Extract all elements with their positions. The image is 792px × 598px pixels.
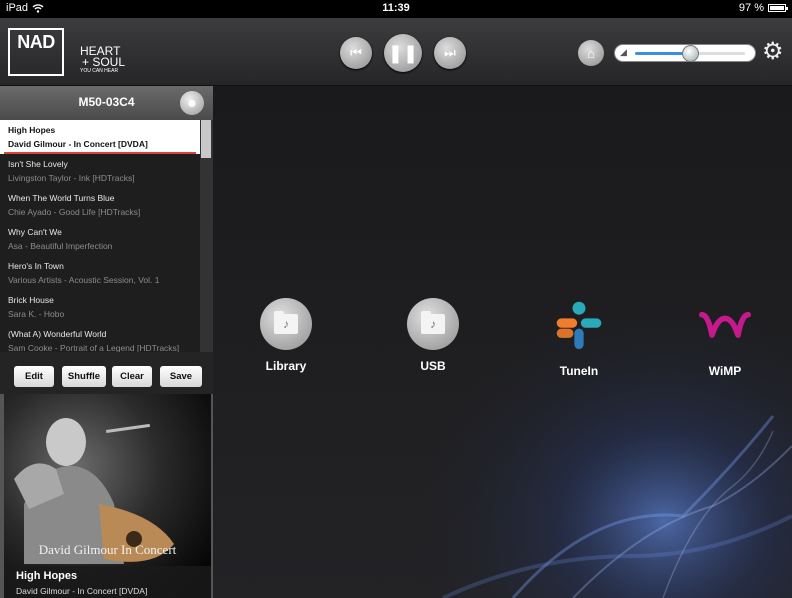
home-button[interactable]: ⌂ bbox=[578, 40, 604, 66]
next-button[interactable]: ⏭ bbox=[434, 37, 466, 69]
settings-button[interactable]: ⚙ bbox=[762, 40, 784, 64]
pause-button[interactable]: ❚❚ bbox=[384, 34, 422, 72]
queue-item[interactable]: Brick House Sara K. - Hobo bbox=[0, 290, 200, 324]
status-time: 11:39 bbox=[382, 2, 410, 14]
app-header: NAD HEART + SOUL YOU CAN HEAR ⏮ ❚❚ ⏭ ⌂ ◢… bbox=[0, 18, 792, 86]
gear-icon: ⚙ bbox=[762, 38, 784, 65]
queue-actions: Edit Shuffle Clear Save bbox=[0, 352, 213, 394]
source-usb[interactable]: ♪ USB bbox=[383, 298, 483, 373]
battery-percent: 97 % bbox=[738, 2, 764, 14]
queue-item-title: Hero's In Town bbox=[8, 261, 64, 271]
previous-button[interactable]: ⏮ bbox=[340, 37, 372, 69]
zone-select-button[interactable]: ☻ bbox=[180, 91, 204, 115]
wimp-icon bbox=[699, 311, 751, 338]
queue-item-subtitle: Livingston Taylor - Ink [HDTracks] bbox=[8, 173, 135, 183]
queue-item-subtitle: Sara K. - Hobo bbox=[8, 309, 65, 319]
save-button[interactable]: Save bbox=[160, 366, 202, 387]
pause-icon: ❚❚ bbox=[387, 42, 419, 63]
music-folder-glyph: ♪ bbox=[421, 311, 445, 334]
status-right: 97 % bbox=[738, 2, 788, 14]
app-window: iPad 11:39 97 % NAD HEART + SOUL YOU CAN… bbox=[0, 0, 792, 598]
volume-slider[interactable]: ◢ bbox=[614, 44, 756, 62]
queue-list[interactable]: (What A) Wonderful World Sam Cooke - Port… bbox=[0, 120, 213, 352]
music-folder-glyph: ♪ bbox=[274, 311, 298, 334]
play-queue-panel: M50-03C4 ☻ (What A) Wonderful World Sam C… bbox=[0, 86, 213, 598]
status-bar: iPad 11:39 97 % bbox=[0, 0, 792, 18]
source-label-library: Library bbox=[265, 359, 307, 373]
usb-folder-icon: ♪ bbox=[407, 298, 459, 350]
battery-icon bbox=[768, 4, 788, 12]
library-folder-icon: ♪ bbox=[260, 298, 312, 350]
person-icon: ☻ bbox=[185, 96, 199, 110]
source-label-usb: USB bbox=[420, 359, 446, 373]
queue-item[interactable]: Why Can't We Asa - Beautiful Imperfection bbox=[0, 222, 200, 256]
now-playing-subtitle: David Gilmour - In Concert [DVDA] bbox=[16, 586, 148, 596]
scroll-thumb[interactable] bbox=[201, 120, 211, 158]
next-icon: ⏭ bbox=[444, 45, 456, 60]
album-cover[interactable]: David Gilmour In Concert High Hopes Davi… bbox=[4, 394, 211, 598]
logo-text: NAD bbox=[17, 32, 55, 52]
queue-item[interactable]: (What A) Wonderful World Sam Cooke - Port… bbox=[0, 324, 200, 352]
queue-item-title: High Hopes bbox=[8, 125, 56, 135]
source-label-tunein: TuneIn bbox=[559, 364, 599, 378]
queue-item[interactable]: Isn't She Lovely Livingston Taylor - Ink … bbox=[0, 154, 200, 188]
queue-item-title: When The World Turns Blue bbox=[8, 193, 115, 203]
volume-knob[interactable] bbox=[682, 45, 699, 62]
speaker-icon: ◢ bbox=[620, 47, 627, 57]
source-browser: ♪ Library ♪ USB TuneIn WiMP bbox=[213, 86, 792, 598]
tagline: HEART + SOUL YOU CAN HEAR bbox=[80, 45, 126, 74]
cover-title: David Gilmour In Concert bbox=[38, 542, 177, 557]
transport-controls: ⏮ ❚❚ ⏭ bbox=[340, 34, 466, 72]
home-icon: ⌂ bbox=[587, 45, 595, 61]
queue-item-title: Why Can't We bbox=[8, 227, 62, 237]
tunein-icon bbox=[556, 301, 602, 350]
source-label-wimp: WiMP bbox=[708, 364, 742, 378]
queue-item[interactable]: High Hopes David Gilmour - In Concert [DV… bbox=[0, 120, 200, 154]
source-wimp[interactable]: WiMP bbox=[675, 298, 775, 378]
queue-scrollbar[interactable] bbox=[200, 120, 213, 352]
queue-item[interactable]: When The World Turns Blue Chie Ayado - Go… bbox=[0, 188, 200, 222]
source-library[interactable]: ♪ Library bbox=[236, 298, 336, 373]
battery-fill bbox=[770, 6, 784, 10]
previous-icon: ⏮ bbox=[350, 45, 362, 60]
queue-item-title: (What A) Wonderful World bbox=[8, 329, 107, 339]
queue-item-subtitle: Various Artists - Acoustic Session, Vol.… bbox=[8, 275, 160, 285]
shuffle-button[interactable]: Shuffle bbox=[62, 366, 106, 387]
source-tunein[interactable]: TuneIn bbox=[529, 298, 629, 378]
queue-item-subtitle: Sam Cooke - Portrait of a Legend [HDTrac… bbox=[8, 343, 180, 352]
edit-button[interactable]: Edit bbox=[14, 366, 54, 387]
volume-track bbox=[635, 45, 745, 62]
cover-artwork bbox=[4, 394, 211, 598]
clear-button[interactable]: Clear bbox=[112, 366, 152, 387]
queue-item-title: Isn't She Lovely bbox=[8, 159, 68, 169]
tagline-line-2: + SOUL bbox=[82, 55, 126, 69]
queue-item-title: Brick House bbox=[8, 295, 54, 305]
queue-item-subtitle: David Gilmour - In Concert [DVDA] bbox=[8, 139, 148, 149]
queue-item[interactable]: Hero's In Town Various Artists - Acoustic… bbox=[0, 256, 200, 290]
queue-item-subtitle: Asa - Beautiful Imperfection bbox=[8, 241, 113, 251]
queue-item-subtitle: Chie Ayado - Good Life [HDTracks] bbox=[8, 207, 141, 217]
player-header: M50-03C4 ☻ bbox=[0, 86, 213, 120]
nad-logo: NAD bbox=[8, 28, 64, 76]
now-playing-title: High Hopes bbox=[16, 570, 78, 582]
